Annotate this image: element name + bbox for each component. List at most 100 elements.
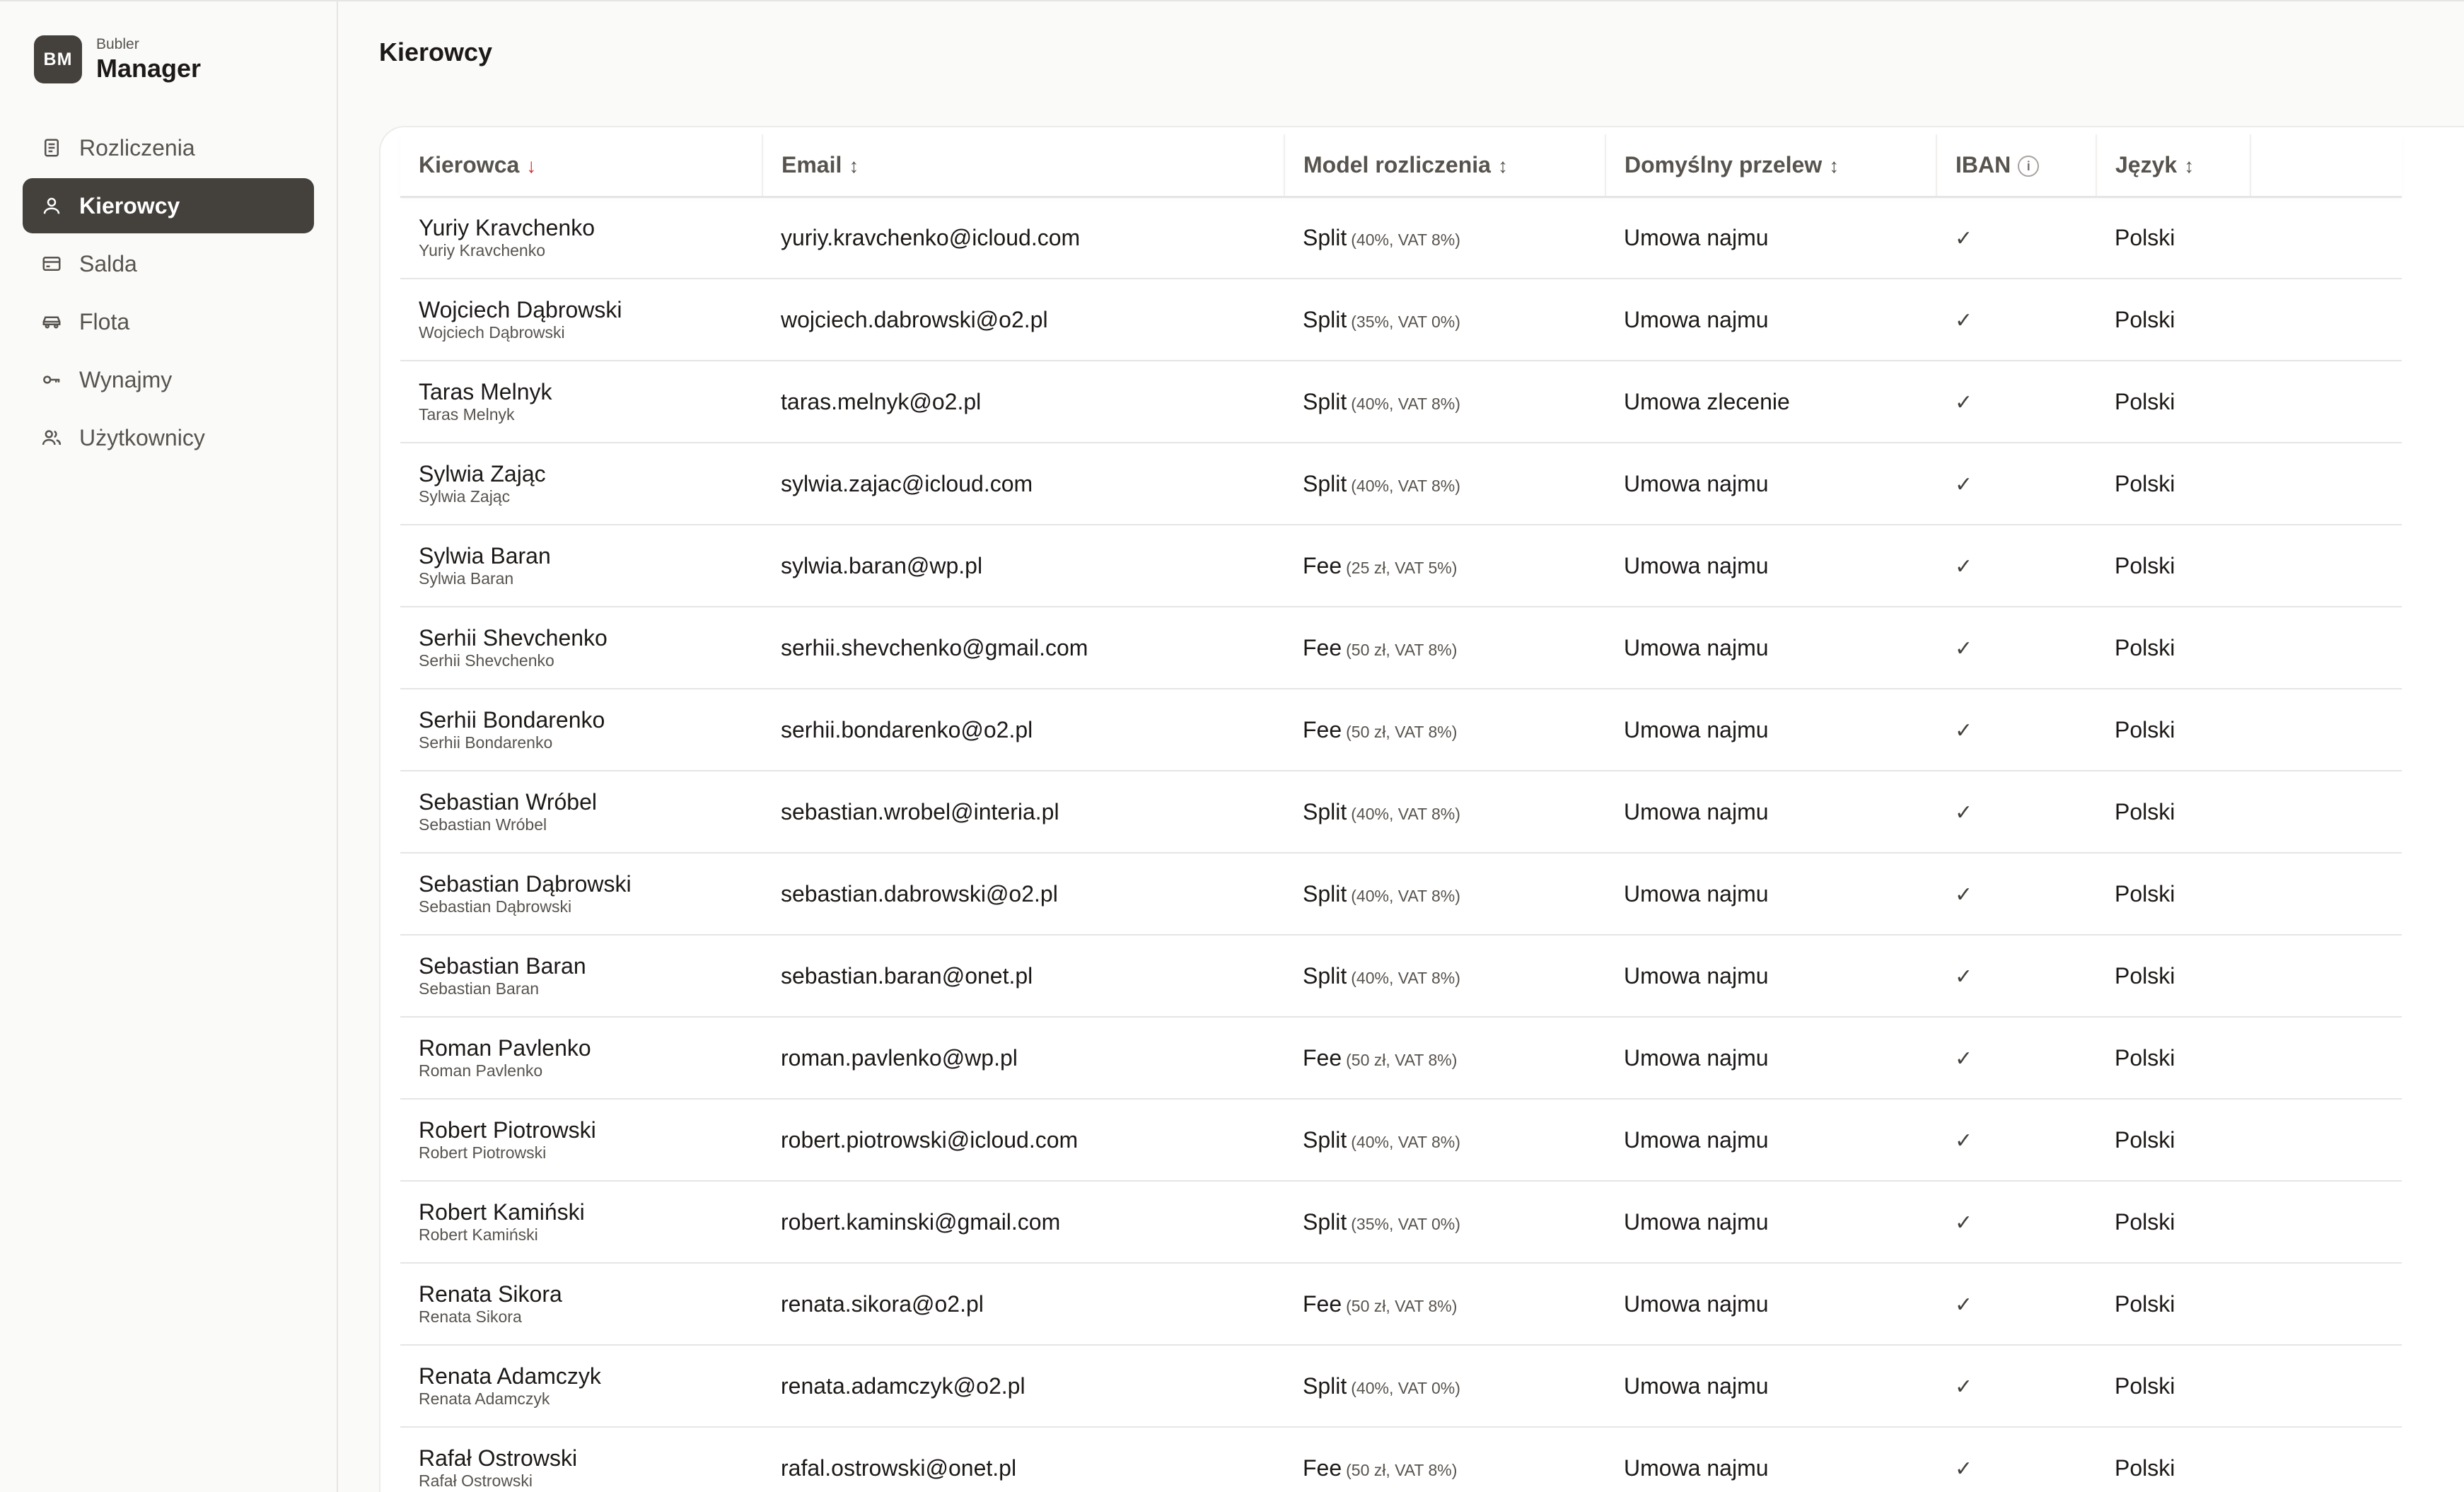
table-row[interactable]: Taras Melnyk Taras Melnyk taras.melnyk@o2.… (400, 361, 2402, 443)
filler-cell (2250, 1345, 2402, 1428)
iban-cell: ✓ (1936, 1181, 2096, 1264)
info-icon[interactable]: i (2018, 156, 2040, 177)
model-detail: (50 zł, VAT 8%) (1346, 1050, 1458, 1069)
sidebar-item-flota[interactable]: Flota (23, 294, 314, 349)
transfer-cell: Umowa najmu (1605, 689, 1936, 771)
email-cell: robert.kaminski@gmail.com (762, 1181, 1284, 1264)
table-row[interactable]: Sylwia Baran Sylwia Baran sylwia.baran@wp.… (400, 525, 2402, 607)
driver-subname: Robert Piotrowski (419, 1143, 547, 1162)
sort-icon[interactable]: ↕ (2184, 155, 2194, 177)
email-cell: serhii.bondarenko@o2.pl (762, 689, 1284, 771)
check-icon: ✓ (1955, 1211, 1973, 1235)
driver-subname: Wojciech Dąbrowski (419, 323, 565, 342)
model-cell: Split (40%, VAT 8%) (1284, 853, 1605, 936)
model-detail: (40%, VAT 8%) (1351, 968, 1460, 987)
table-row[interactable]: Wojciech Dąbrowski Wojciech Dąbrowski wojc… (400, 279, 2402, 361)
model-type: Split (1303, 1208, 1347, 1235)
table-row[interactable]: Serhii Bondarenko Serhii Bondarenko serhii… (400, 689, 2402, 771)
column-header-kierowca[interactable]: Kierowca ↓ (400, 134, 763, 198)
sidebar-item-uzytkownicy[interactable]: Użytkownicy (23, 410, 314, 465)
sort-icon[interactable]: ↕ (1498, 155, 1508, 177)
driver-cell: Robert Kamiński Robert Kamiński (400, 1181, 762, 1264)
brand-subtitle: Bubler (96, 36, 139, 52)
model-type: Fee (1303, 634, 1342, 660)
driver-name[interactable]: Robert Piotrowski (419, 1117, 744, 1143)
iban-cell: ✓ (1936, 935, 2096, 1018)
driver-name[interactable]: Serhii Bondarenko (419, 707, 744, 733)
table-row[interactable]: Sebastian Dąbrowski Sebastian Dąbrowski se… (400, 853, 2402, 936)
driver-name[interactable]: Renata Sikora (419, 1281, 744, 1307)
check-icon: ✓ (1955, 472, 1973, 496)
check-icon: ✓ (1955, 1047, 1973, 1071)
column-header-email[interactable]: Email ↕ (762, 134, 1285, 198)
model-detail: (25 zł, VAT 5%) (1346, 558, 1458, 577)
driver-cell: Sebastian Baran Sebastian Baran (400, 935, 762, 1018)
brand-logo: BM (34, 35, 82, 83)
main-content: Kierowcy Kierowca ↓ Email ↕ Model rozlic… (338, 1, 2464, 1492)
email-cell: sebastian.dabrowski@o2.pl (762, 853, 1284, 936)
driver-name[interactable]: Rafał Ostrowski (419, 1445, 744, 1471)
column-header-label: Język (2115, 151, 2178, 177)
brand[interactable]: BM Bubler Manager (34, 35, 314, 83)
sidebar-item-rozliczenia[interactable]: Rozliczenia (23, 120, 314, 175)
sidebar: BM Bubler Manager Rozliczenia Kierowcy S… (0, 1, 338, 1492)
table-row[interactable]: Rafał Ostrowski Rafał Ostrowski rafal.ostr… (400, 1427, 2402, 1492)
email-cell: roman.pavlenko@wp.pl (762, 1017, 1284, 1100)
iban-cell: ✓ (1936, 1263, 2096, 1346)
driver-subname: Serhii Bondarenko (419, 733, 553, 752)
driver-name[interactable]: Sylwia Baran (419, 543, 744, 569)
driver-name[interactable]: Roman Pavlenko (419, 1035, 744, 1061)
column-header-jezyk[interactable]: Język ↕ (2096, 134, 2251, 198)
language-cell: Polski (2096, 1017, 2250, 1100)
driver-cell: Roman Pavlenko Roman Pavlenko (400, 1017, 762, 1100)
iban-cell: ✓ (1936, 443, 2096, 525)
filler-cell (2250, 279, 2402, 361)
driver-name[interactable]: Sylwia Zając (419, 461, 744, 486)
check-icon: ✓ (1955, 636, 1973, 660)
sort-icon[interactable]: ↕ (1829, 155, 1839, 177)
page-title: Kierowcy (379, 37, 493, 66)
model-cell: Split (40%, VAT 8%) (1284, 1099, 1605, 1182)
table-row[interactable]: Robert Kamiński Robert Kamiński robert.kam… (400, 1181, 2402, 1264)
filler-cell (2250, 607, 2402, 689)
driver-name[interactable]: Yuriy Kravchenko (419, 215, 744, 240)
sidebar-item-salda[interactable]: Salda (23, 236, 314, 291)
driver-name[interactable]: Sebastian Baran (419, 953, 744, 979)
driver-name[interactable]: Robert Kamiński (419, 1199, 744, 1225)
filler-cell (2250, 1099, 2402, 1182)
transfer-cell: Umowa najmu (1605, 607, 1936, 689)
sidebar-item-kierowcy[interactable]: Kierowcy (23, 178, 314, 233)
driver-name[interactable]: Wojciech Dąbrowski (419, 297, 744, 322)
driver-name[interactable]: Sebastian Wróbel (419, 789, 744, 815)
table-row[interactable]: Roman Pavlenko Roman Pavlenko roman.pavlen… (400, 1017, 2402, 1100)
table-row[interactable]: Sebastian Wróbel Sebastian Wróbel sebastia… (400, 771, 2402, 853)
sort-desc-icon[interactable]: ↓ (526, 155, 536, 177)
transfer-cell: Umowa najmu (1605, 771, 1936, 853)
column-header-model[interactable]: Model rozliczenia ↕ (1284, 134, 1606, 198)
table-row[interactable]: Sebastian Baran Sebastian Baran sebastian.… (400, 935, 2402, 1018)
table-row[interactable]: Robert Piotrowski Robert Piotrowski robert… (400, 1099, 2402, 1182)
driver-cell: Renata Sikora Renata Sikora (400, 1263, 762, 1346)
transfer-cell: Umowa najmu (1605, 853, 1936, 936)
driver-subname: Sylwia Baran (419, 569, 514, 588)
driver-name[interactable]: Renata Adamczyk (419, 1363, 744, 1389)
driver-name[interactable]: Taras Melnyk (419, 379, 744, 404)
email-cell: renata.sikora@o2.pl (762, 1263, 1284, 1346)
sort-icon[interactable]: ↕ (849, 155, 859, 177)
email-cell: wojciech.dabrowski@o2.pl (762, 279, 1284, 361)
column-header-przelew[interactable]: Domyślny przelew ↕ (1605, 134, 1937, 198)
driver-name[interactable]: Serhii Shevchenko (419, 625, 744, 651)
table-row[interactable]: Yuriy Kravchenko Yuriy Kravchenko yuriy.kr… (400, 197, 2402, 279)
table-row[interactable]: Sylwia Zając Sylwia Zając sylwia.zajac@icl… (400, 443, 2402, 525)
email-cell: sylwia.zajac@icloud.com (762, 443, 1284, 525)
sidebar-item-wynajmy[interactable]: Wynajmy (23, 352, 314, 407)
table-row[interactable]: Renata Sikora Renata Sikora renata.sikora@… (400, 1263, 2402, 1346)
filler-cell (2250, 689, 2402, 771)
table-row[interactable]: Renata Adamczyk Renata Adamczyk renata.ada… (400, 1345, 2402, 1428)
table-row[interactable]: Serhii Shevchenko Serhii Shevchenko serhii… (400, 607, 2402, 689)
iban-cell: ✓ (1936, 361, 2096, 443)
iban-cell: ✓ (1936, 197, 2096, 279)
driver-subname: Sylwia Zając (419, 487, 511, 506)
driver-name[interactable]: Sebastian Dąbrowski (419, 871, 744, 897)
key-icon (40, 368, 64, 392)
